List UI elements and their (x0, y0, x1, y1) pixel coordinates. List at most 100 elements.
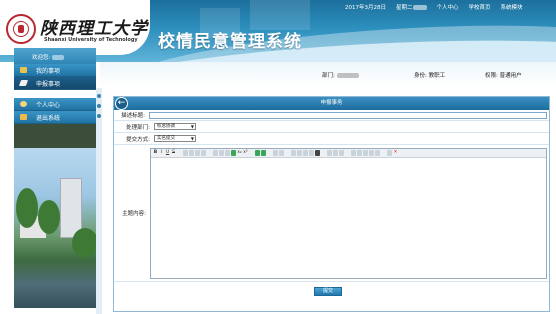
sidebar-item-my-matters[interactable]: 我的事项 (14, 64, 96, 77)
declare-form-panel: ← 申报事务 描述标题: 处理部门: 校总协调 ▼ 提交方式: 实名提交 ▼ 主… (113, 96, 550, 312)
dept-select[interactable]: 校总协调 ▼ (154, 123, 196, 130)
emoticon-icon[interactable] (351, 149, 356, 156)
method-row: 提交方式: 实名提交 ▼ (114, 133, 549, 145)
heading-icon[interactable] (333, 149, 338, 156)
bg-color-icon[interactable] (231, 149, 236, 156)
text-color-icon[interactable] (225, 149, 230, 156)
subject-label: 描述标题: (121, 113, 145, 119)
superscript-button[interactable]: x² (243, 150, 248, 156)
toolbar-separator (345, 150, 350, 156)
system-title: 校情民意管理系统 (158, 32, 302, 52)
editor-toolbar: B I U S x₂ x² ✕ (151, 148, 546, 158)
top-links: 2017年3月28日 星期二 个人中心 学校首页 系统模块 (345, 3, 523, 11)
collapse-dot-icon[interactable] (97, 104, 101, 108)
find-icon[interactable] (369, 149, 374, 156)
campus-photo (14, 148, 96, 308)
sidebar-splitter[interactable] (96, 88, 102, 314)
date-text: 2017年3月28日 (345, 5, 386, 11)
toolbar-separator (207, 150, 212, 156)
toolbar-separator (381, 150, 386, 156)
logo-area: 陕西理工大学 Shaanxi University of Technology (0, 0, 150, 55)
person-icon (20, 101, 27, 107)
redacted-block (412, 5, 427, 10)
subscript-button[interactable]: x₂ (237, 150, 242, 156)
horizontal-rule-icon[interactable] (291, 149, 296, 156)
sidebar-gap (14, 90, 96, 98)
key-icon (20, 114, 27, 120)
submit-row: 提交 (114, 282, 549, 304)
align-right-icon[interactable] (195, 149, 200, 156)
toolbar-separator (285, 150, 290, 156)
method-label: 提交方式: (126, 136, 150, 143)
rich-text-editor[interactable]: B I U S x₂ x² ✕ (150, 147, 547, 279)
table-icon[interactable] (297, 149, 302, 156)
university-name-en: Shaanxi University of Technology (44, 37, 138, 43)
heading-icon[interactable] (339, 149, 344, 156)
indent-icon[interactable] (213, 149, 218, 156)
sidebar-item-logout[interactable]: 退出系统 (14, 111, 96, 124)
university-name: 陕西理工大学 (40, 19, 148, 39)
dept-info: 部门: (322, 71, 359, 79)
fullscreen-icon[interactable] (375, 149, 380, 156)
media-icon[interactable] (309, 149, 314, 156)
dept-row: 处理部门: 校总协调 ▼ (114, 121, 549, 133)
align-center-icon[interactable] (189, 149, 194, 156)
sidebar: 欢迎您: 我的事项 申报事项 个人中心 退出系统 (14, 48, 96, 308)
redacted-block (336, 73, 359, 78)
ordered-list-icon[interactable] (273, 149, 278, 156)
subject-input[interactable] (149, 111, 547, 119)
toolbar-separator (267, 150, 272, 156)
method-select[interactable]: 实名提交 ▼ (154, 135, 196, 142)
weekday-text: 星期二 (396, 3, 427, 11)
link-personal-center[interactable]: 个人中心 (437, 3, 459, 11)
align-left-icon[interactable] (183, 149, 188, 156)
image-icon[interactable] (303, 149, 308, 156)
source-icon[interactable] (315, 149, 320, 156)
clear-format-icon[interactable] (357, 149, 362, 156)
align-justify-icon[interactable] (201, 149, 206, 156)
chevron-down-icon: ▼ (190, 136, 194, 141)
dept-label: 处理部门: (126, 124, 150, 131)
submit-button[interactable]: 提交 (314, 287, 342, 296)
collapse-dot-icon[interactable] (97, 114, 101, 118)
subject-row: 描述标题: (114, 110, 549, 121)
user-info-bar: 部门: 身份: 教职工 权限: 普通用户 (100, 62, 556, 88)
strike-button[interactable]: S (171, 150, 176, 156)
header-decoration (250, 0, 310, 30)
link-school-home[interactable]: 学校首页 (469, 3, 491, 11)
pencil-icon (18, 80, 29, 86)
undo-icon[interactable] (387, 149, 392, 156)
bold-button[interactable]: B (153, 150, 158, 156)
tree (16, 188, 38, 228)
unordered-list-icon[interactable] (279, 149, 284, 156)
underline-button[interactable]: U (165, 150, 170, 156)
tree (72, 228, 96, 258)
toolbar-separator (321, 150, 326, 156)
panel-title: 申报事务 (320, 100, 343, 106)
unlink-icon[interactable] (261, 149, 266, 156)
tree (38, 200, 60, 234)
italic-button[interactable]: I (159, 150, 164, 156)
redacted-block (52, 55, 65, 60)
content-row: 主题内容: B I U S x₂ x² ✕ (114, 145, 549, 282)
permission-info: 权限: 普通用户 (485, 73, 522, 79)
paste-icon[interactable] (363, 149, 368, 156)
identity-info: 身份: 教职工 (414, 73, 446, 79)
link-system-modules[interactable]: 系统模块 (501, 3, 523, 11)
collapse-dot-icon[interactable] (97, 94, 101, 98)
close-icon[interactable]: ✕ (393, 150, 398, 156)
welcome-banner: 欢迎您: (14, 48, 96, 64)
folder-icon (20, 67, 27, 73)
toolbar-separator (249, 150, 254, 156)
back-arrow-icon[interactable]: ← (115, 97, 128, 110)
chevron-down-icon: ▼ (190, 124, 194, 129)
sidebar-item-personal-center[interactable]: 个人中心 (14, 98, 96, 111)
sidebar-item-declare-matters[interactable]: 申报事项 (14, 77, 96, 90)
content-label: 主题内容: (122, 211, 146, 217)
heading-icon[interactable] (327, 149, 332, 156)
link-icon[interactable] (255, 149, 260, 156)
panel-header: ← 申报事务 (114, 97, 549, 110)
outdent-icon[interactable] (219, 149, 224, 156)
university-seal-icon (6, 14, 36, 44)
toolbar-separator (177, 150, 182, 156)
